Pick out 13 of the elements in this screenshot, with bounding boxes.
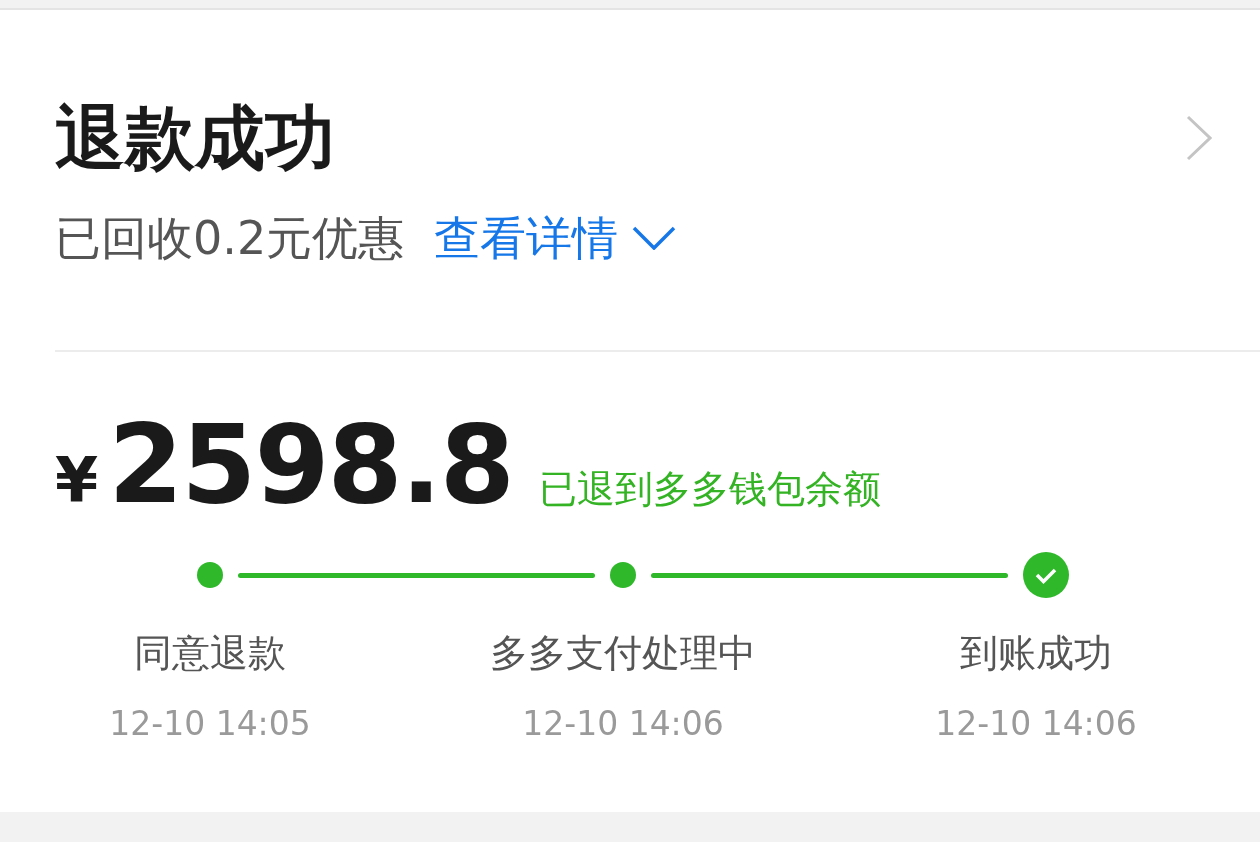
status-title: 退款成功 [55,98,335,178]
chevron-down-icon[interactable] [632,226,677,250]
step-label: 多多支付处理中 [490,630,756,677]
currency-symbol: ¥ [55,444,99,517]
step-time: 12-10 14:06 [935,703,1137,745]
step-time: 12-10 14:05 [109,703,311,745]
details-link[interactable]: 查看详情 [434,208,619,268]
refund-amount: 2598.8 [108,402,513,527]
refund-destination: 已退到多多钱包余额 [538,466,881,513]
step-time: 12-10 14:06 [522,703,724,745]
step-label: 到账成功 [960,630,1112,677]
discount-text: 已回收0.2元优惠 [55,210,405,267]
step-label: 同意退款 [134,630,286,677]
